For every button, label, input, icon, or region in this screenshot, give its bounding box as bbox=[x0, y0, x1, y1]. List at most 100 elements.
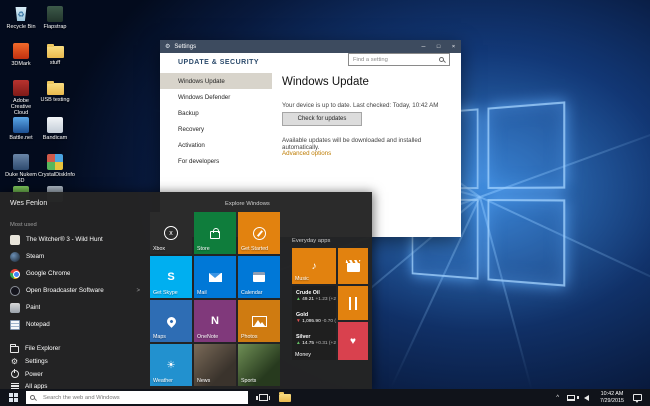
tile-store[interactable]: Store bbox=[194, 212, 236, 254]
desktop-icon-bandicam[interactable]: Bandicam bbox=[38, 117, 72, 141]
tile-food-drink[interactable] bbox=[338, 286, 368, 320]
tile-label: Maps bbox=[153, 334, 166, 340]
action-center-icon[interactable] bbox=[633, 394, 642, 401]
minimize-button[interactable]: ─ bbox=[416, 40, 431, 53]
most-used-label: Most used bbox=[10, 222, 37, 228]
tile-news[interactable]: News bbox=[194, 344, 236, 386]
quote-change: +1.23 (+2.56%) bbox=[315, 297, 336, 302]
advanced-options-link[interactable]: Advanced options bbox=[282, 150, 331, 157]
tile-weather[interactable]: ☀ Weather bbox=[150, 344, 192, 386]
desktop-icon-adobe-cc[interactable]: Adobe Creative Cloud bbox=[4, 80, 38, 116]
quote-change: +0.31 (+2.14%) bbox=[315, 341, 336, 346]
tile-label: Mail bbox=[197, 290, 207, 296]
quote-value: 1,095.90 bbox=[302, 319, 321, 324]
desktop-icon-duke-nukem[interactable]: Duke Nukem 3D bbox=[4, 154, 38, 184]
sidebar-item-recovery[interactable]: Recovery bbox=[160, 121, 272, 137]
update-status-text: Your device is up to date. Last checked:… bbox=[282, 102, 438, 109]
desktop-icon-label: Battle.net bbox=[9, 135, 32, 141]
tray-chevron-up-icon[interactable]: ^ bbox=[552, 395, 563, 401]
tile-maps[interactable]: Maps bbox=[150, 300, 192, 342]
clock-time: 10:42 AM bbox=[600, 391, 624, 398]
desktop-icon-recycle-bin[interactable]: ♻ Recycle Bin bbox=[4, 6, 38, 30]
desktop-icon-label: Flapstrap bbox=[44, 24, 67, 30]
sidebar-item-windows-defender[interactable]: Windows Defender bbox=[160, 89, 272, 105]
maximize-button[interactable]: □ bbox=[431, 40, 446, 53]
tile-movies-tv[interactable] bbox=[338, 248, 368, 284]
notepad-icon bbox=[10, 320, 20, 330]
start-item-label: Paint bbox=[26, 304, 40, 311]
start-item-file-explorer[interactable]: File Explorer bbox=[4, 342, 144, 354]
start-item-power[interactable]: Power bbox=[4, 368, 144, 380]
logo-pane bbox=[488, 199, 566, 287]
gear-icon: ⚙ bbox=[165, 43, 170, 50]
tile-onenote[interactable]: N OneNote bbox=[194, 300, 236, 342]
chevron-right-icon[interactable]: > bbox=[136, 288, 140, 294]
desktop-icon-label: Adobe Creative Cloud bbox=[4, 98, 38, 116]
sidebar-item-backup[interactable]: Backup bbox=[160, 105, 272, 121]
search-icon bbox=[30, 395, 35, 400]
settings-titlebar[interactable]: ⚙ Settings ─ □ × bbox=[160, 40, 461, 53]
tile-xbox[interactable]: x Xbox bbox=[150, 212, 192, 254]
taskbar-clock[interactable]: 10:42 AM 7/29/2015 bbox=[594, 391, 630, 404]
taskbar-search-input[interactable] bbox=[40, 395, 248, 401]
quote-value: 14.75 bbox=[302, 341, 314, 346]
volume-icon[interactable] bbox=[584, 395, 589, 401]
start-item-chrome[interactable]: Google Chrome bbox=[4, 266, 144, 281]
tile-calendar[interactable]: Calendar bbox=[238, 256, 280, 298]
quote-value: 49.21 bbox=[302, 297, 314, 302]
app-icon bbox=[47, 154, 63, 170]
tile-mail[interactable]: Mail bbox=[194, 256, 236, 298]
task-view-icon bbox=[259, 394, 268, 401]
start-item-paint[interactable]: Paint bbox=[4, 300, 144, 315]
quote-values: ▼ 1,095.90 -0.70 (-0.06%) bbox=[296, 319, 334, 324]
start-item-label: Power bbox=[25, 371, 43, 378]
start-button[interactable] bbox=[0, 389, 26, 406]
desktop-icon-stuff[interactable]: stuff bbox=[38, 43, 72, 66]
xbox-icon: x bbox=[164, 226, 178, 240]
quote-name: Crude Oil bbox=[296, 290, 334, 296]
start-item-steam[interactable]: Steam bbox=[4, 249, 144, 264]
search-icon bbox=[439, 57, 444, 62]
tile-get-started[interactable]: Get Started bbox=[238, 212, 280, 254]
desktop-icon-battlenet[interactable]: Battle.net bbox=[4, 117, 38, 141]
tile-sports[interactable]: Sports bbox=[238, 344, 280, 386]
fork-knife-icon bbox=[349, 297, 356, 310]
tile-photos[interactable]: Photos bbox=[238, 300, 280, 342]
quote-name: Gold bbox=[296, 312, 334, 318]
quote-values: ▲ 49.21 +1.23 (+2.56%) bbox=[296, 297, 334, 302]
desktop-icon-usb-testing[interactable]: USB testing bbox=[38, 80, 72, 103]
close-button[interactable]: × bbox=[446, 40, 461, 53]
tile-music[interactable]: ♪ Music bbox=[292, 248, 336, 284]
start-item-obs[interactable]: Open Broadcaster Software > bbox=[4, 283, 144, 298]
sidebar-item-for-developers[interactable]: For developers bbox=[160, 153, 272, 169]
desktop-icon-label: CrystalDiskInfo bbox=[38, 172, 72, 178]
desktop-icon-label: stuff bbox=[50, 60, 60, 66]
system-tray: ^ 10:42 AM 7/29/2015 bbox=[552, 389, 650, 406]
up-arrow-icon: ▲ bbox=[296, 297, 301, 302]
start-item-settings[interactable]: ⚙ Settings bbox=[4, 355, 144, 367]
desktop-icon-3dmark[interactable]: 3DMark bbox=[4, 43, 38, 67]
start-item-label: Open Broadcaster Software bbox=[26, 287, 104, 294]
task-view-button[interactable] bbox=[252, 389, 274, 406]
taskbar: ^ 10:42 AM 7/29/2015 bbox=[0, 389, 650, 406]
start-item-label: Google Chrome bbox=[26, 270, 70, 277]
start-item-label: Settings bbox=[25, 358, 48, 365]
start-item-notepad[interactable]: Notepad bbox=[4, 317, 144, 332]
file-explorer-taskbar-button[interactable] bbox=[274, 389, 296, 406]
network-icon[interactable] bbox=[567, 395, 575, 401]
heart-icon: ♥ bbox=[350, 336, 356, 347]
desktop-icon-crystaldiskinfo[interactable]: CrystalDiskInfo bbox=[38, 154, 72, 178]
user-name[interactable]: Wes Fenlon bbox=[10, 200, 47, 207]
paint-icon bbox=[10, 303, 20, 313]
desktop-icon-flapstrap[interactable]: Flapstrap bbox=[38, 6, 72, 30]
check-for-updates-button[interactable]: Check for updates bbox=[282, 112, 362, 126]
compass-icon bbox=[253, 227, 266, 240]
tile-health-fitness[interactable]: ♥ bbox=[338, 322, 368, 360]
tile-money[interactable]: Crude Oil ▲ 49.21 +1.23 (+2.56%) Gold ▼ … bbox=[292, 286, 336, 360]
sidebar-item-windows-update[interactable]: Windows Update bbox=[160, 73, 272, 89]
desktop-icon-label: Recycle Bin bbox=[6, 24, 35, 30]
sidebar-item-activation[interactable]: Activation bbox=[160, 137, 272, 153]
tile-get-skype[interactable]: S Get Skype bbox=[150, 256, 192, 298]
start-item-witcher3[interactable]: The Witcher® 3 - Wild Hunt bbox=[4, 232, 144, 247]
settings-search-input[interactable] bbox=[349, 57, 439, 63]
